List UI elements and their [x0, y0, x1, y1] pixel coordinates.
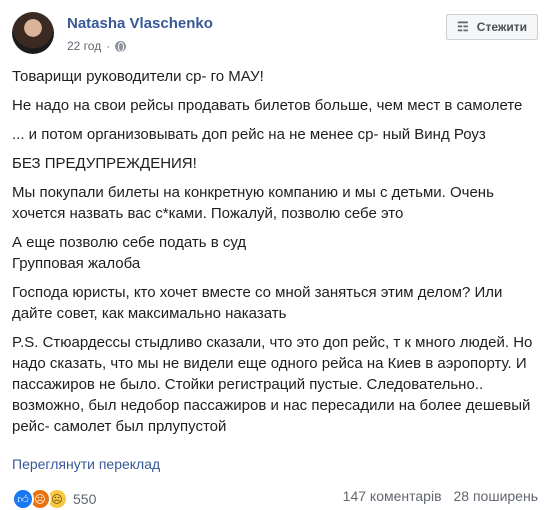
shares-count[interactable]: 28 поширень: [454, 488, 538, 504]
post-header: Natasha Vlaschenko 22 год · ☶ Стежити: [12, 12, 538, 60]
post-meta: 22 год ·: [67, 39, 127, 53]
follow-button[interactable]: ☶ Стежити: [445, 14, 538, 40]
post-paragraph: Товарищи руководители ср- го МАУ!: [12, 68, 264, 85]
reaction-count: 550: [73, 491, 97, 507]
post-stats: 147 коментарів 28 поширень: [343, 488, 538, 504]
follow-label: Стежити: [476, 20, 527, 34]
facebook-post: Natasha Vlaschenko 22 год · ☶ Стежити То…: [0, 0, 550, 510]
post-paragraph: Не надо на свои рейсы продавать билетов …: [12, 97, 523, 114]
like-icon: 👍︎: [12, 488, 34, 510]
globe-icon[interactable]: [115, 40, 127, 52]
meta-separator: ·: [106, 39, 111, 53]
post-paragraph: Господа юристы, кто хочет вместе со мной…: [12, 284, 503, 322]
post-paragraph: А еще позволю себе подать в суд: [12, 234, 247, 251]
post-text: Товарищи руководители ср- го МАУ! Не над…: [12, 66, 538, 445]
follow-icon: ☶: [456, 19, 469, 34]
post-footer: 👍︎ ☹ ☹ 550 147 коментарів 28 поширень: [12, 488, 538, 510]
author-name[interactable]: Natasha Vlaschenko: [67, 15, 213, 32]
comments-count[interactable]: 147 коментарів: [343, 488, 442, 504]
author-avatar[interactable]: [12, 12, 54, 54]
post-time[interactable]: 22 год: [67, 39, 101, 53]
post-paragraph: P.S. Стюардессы стыдливо сказали, что эт…: [12, 334, 533, 435]
post-paragraph: Мы покупали билеты на конкретную компани…: [12, 184, 494, 222]
post-paragraph: Групповая жалоба: [12, 255, 141, 272]
reactions-summary[interactable]: 👍︎ ☹ ☹ 550: [12, 488, 96, 510]
post-paragraph: ... и потом организовывать доп рейс на н…: [12, 126, 486, 143]
see-translation-link[interactable]: Переглянути переклад: [12, 456, 160, 472]
post-paragraph: БЕЗ ПРЕДУПРЕЖДЕНИЯ!: [12, 155, 197, 172]
